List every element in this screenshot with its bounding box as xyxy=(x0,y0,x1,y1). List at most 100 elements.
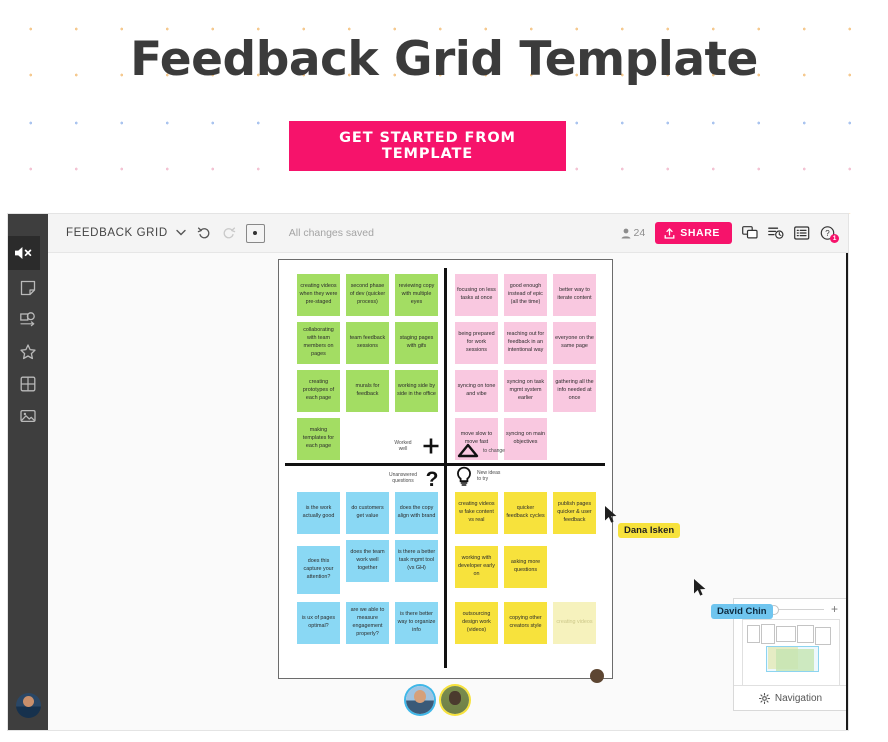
cursor-arrow-icon xyxy=(605,506,617,523)
upload-icon xyxy=(664,227,675,239)
speaker-muted-icon[interactable] xyxy=(8,236,40,270)
quadrant-unanswered-questions: Unanswered questions ? is the work actua… xyxy=(279,466,444,678)
sticky-note[interactable]: being prepared for work sessions xyxy=(455,322,498,364)
board-canvas[interactable]: creating videos when they were pre-stage… xyxy=(48,252,846,730)
users-count-value: 24 xyxy=(633,227,646,239)
quadrant-label-to-change: to change xyxy=(483,448,505,454)
sticky-note[interactable]: outsourcing design work (videos) xyxy=(455,602,498,644)
sticky-note[interactable]: do customers get value xyxy=(346,492,389,534)
quadrant-label-unanswered: Unanswered questions xyxy=(388,472,418,485)
sticky-note[interactable]: quicker feedback cycles xyxy=(504,492,547,534)
activity-history-icon[interactable] xyxy=(768,226,784,241)
app-window: FEEDBACK GRID All changes saved 24 SHARE xyxy=(8,214,848,730)
sticky-note[interactable]: better way to iterate content xyxy=(553,274,596,316)
sticky-note[interactable]: is there a better task mgmt tool (vs GH) xyxy=(395,540,438,582)
minimap-frame-thumb xyxy=(797,625,814,643)
sticky-note[interactable]: does the team work well together xyxy=(346,540,389,582)
sticky-note[interactable]: murals for feedback xyxy=(346,370,389,412)
minimap-frame-thumb xyxy=(815,627,831,645)
image-icon[interactable] xyxy=(16,404,40,428)
feedback-grid-frame: creating videos when they were pre-stage… xyxy=(278,259,613,679)
help-question-icon[interactable]: ? 1 xyxy=(820,225,839,243)
cursor-arrow-icon xyxy=(694,579,706,596)
minimap-frame-thumb xyxy=(761,624,775,644)
save-status: All changes saved xyxy=(288,227,374,239)
pen-color-icon[interactable] xyxy=(245,223,265,243)
app-window-edge xyxy=(846,214,848,730)
sticky-note[interactable]: asking more questions xyxy=(504,546,547,588)
collaborator-mini-avatar[interactable] xyxy=(590,669,604,683)
quadrant-worked-well: creating videos when they were pre-stage… xyxy=(279,260,444,463)
shape-connector-icon[interactable] xyxy=(16,308,40,332)
star-icon[interactable] xyxy=(16,340,40,364)
sticky-note[interactable]: staging pages with gifs xyxy=(395,322,438,364)
quadrant-label-new-ideas: New ideas to try xyxy=(477,470,501,483)
left-toolbar xyxy=(8,214,48,730)
sticky-note[interactable]: creating videos when they were pre-stage… xyxy=(297,274,340,316)
sticky-note-icon[interactable] xyxy=(16,276,40,300)
hero-section: Feedback Grid Template GET STARTED FROM … xyxy=(0,0,888,214)
avatar[interactable] xyxy=(406,686,434,714)
sticky-note[interactable]: good enough instead of epic (all the tim… xyxy=(504,274,547,316)
quadrant-to-change: focusing on less tasks at once good enou… xyxy=(447,260,612,463)
question-mark-icon: ? xyxy=(423,467,441,489)
chevron-down-icon[interactable] xyxy=(176,228,186,239)
minimap-frame-thumb xyxy=(776,626,796,642)
page-title: Feedback Grid Template xyxy=(130,32,758,87)
minimap-viewport[interactable] xyxy=(766,646,819,672)
sticky-note[interactable]: reviewing copy with multiple eyes xyxy=(395,274,438,316)
quadrant-label-worked-well: Worked well xyxy=(394,440,412,453)
sticky-note[interactable]: is ux of pages optimal? xyxy=(297,602,340,644)
sticky-note[interactable]: does this capture your attention? xyxy=(297,546,340,594)
redo-icon[interactable] xyxy=(222,226,236,240)
navigation-footer-button[interactable]: Navigation xyxy=(734,685,846,710)
sticky-note[interactable]: second phase of dev (quicker process) xyxy=(346,274,389,316)
users-count[interactable]: 24 xyxy=(621,227,646,239)
sticky-note[interactable]: publish pages quicker & user feedback xyxy=(553,492,596,534)
sticky-note[interactable]: does the copy align with brand xyxy=(395,492,438,534)
sticky-note[interactable]: team feedback sessions xyxy=(346,322,389,364)
user-icon xyxy=(621,228,630,238)
undo-icon[interactable] xyxy=(197,226,211,240)
grid-table-icon[interactable] xyxy=(16,372,40,396)
gear-icon xyxy=(758,692,770,704)
svg-text:?: ? xyxy=(426,468,439,489)
sticky-note[interactable]: syncing on tone and vibe xyxy=(455,370,498,412)
share-label: SHARE xyxy=(680,227,720,239)
sticky-note[interactable]: creating videos xyxy=(553,602,596,644)
board-name[interactable]: FEEDBACK GRID xyxy=(66,227,168,239)
quadrant-new-ideas: New ideas to try creating videos w fake … xyxy=(447,466,612,678)
share-button[interactable]: SHARE xyxy=(655,222,732,244)
sticky-note[interactable]: syncing on task mgmt system earlier xyxy=(504,370,547,412)
minimap[interactable] xyxy=(742,619,840,686)
sticky-note[interactable]: creating prototypes of each page xyxy=(297,370,340,412)
plus-icon xyxy=(421,436,441,456)
avatar[interactable] xyxy=(441,686,469,714)
sticky-note[interactable]: working with developer early on xyxy=(455,546,498,588)
get-started-button[interactable]: GET STARTED FROM TEMPLATE xyxy=(289,121,566,171)
navigation-label: Navigation xyxy=(774,692,823,704)
toolbar-right-group: 24 SHARE ? 1 xyxy=(621,222,848,244)
comments-icon[interactable] xyxy=(742,225,758,241)
user-avatar[interactable] xyxy=(16,693,41,718)
help-badge: 1 xyxy=(830,233,839,243)
app-toolbar: FEEDBACK GRID All changes saved 24 SHARE xyxy=(48,214,848,253)
sticky-note[interactable]: reaching out for feedback in an intentio… xyxy=(504,322,547,364)
cursor-label-david-chin: David Chin xyxy=(711,604,773,619)
outline-list-icon[interactable] xyxy=(794,225,810,241)
sticky-note[interactable]: making templates for each page xyxy=(297,418,340,460)
sticky-note[interactable]: collaborating with team members on pages xyxy=(297,322,340,364)
sticky-note[interactable]: focusing on less tasks at once xyxy=(455,274,498,316)
minimap-frame-thumb xyxy=(747,625,760,643)
cursor-label-dana-isken: Dana Isken xyxy=(618,523,681,538)
sticky-note[interactable]: gathering all the info needed at once xyxy=(553,370,596,412)
sticky-note[interactable]: copying other creators style xyxy=(504,602,547,644)
sticky-note[interactable]: creating videos w fake content vs real xyxy=(455,492,498,534)
zoom-in-button[interactable]: + xyxy=(831,603,838,615)
sticky-note[interactable]: everyone on the same page xyxy=(553,322,596,364)
sticky-note[interactable]: working side by side in the office xyxy=(395,370,438,412)
sticky-note[interactable]: is the work actually good xyxy=(297,492,340,534)
sticky-note[interactable]: are we able to measure engagement proper… xyxy=(346,602,389,644)
sticky-note[interactable]: is there better way to organize info xyxy=(395,602,438,644)
collaborator-avatars xyxy=(406,686,469,714)
